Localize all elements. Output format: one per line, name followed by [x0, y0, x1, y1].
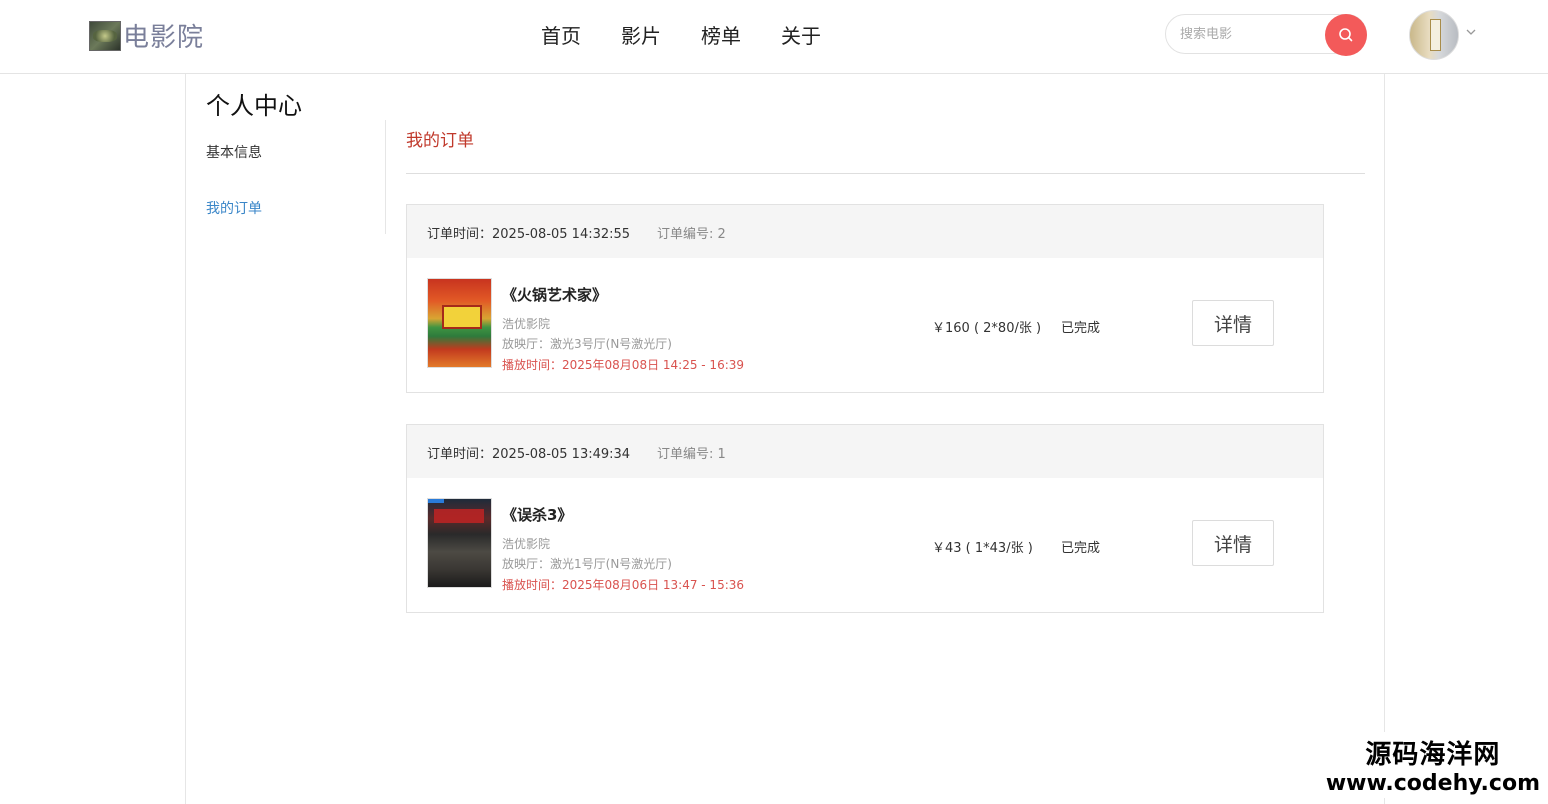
- avatar[interactable]: [1409, 10, 1459, 60]
- order-card: 订单时间：2025-08-05 13:49:34 订单编号: 1 《误杀3》 浩…: [406, 424, 1324, 613]
- watermark: 源码海洋网 www.codehy.com: [1321, 732, 1544, 798]
- movie-name[interactable]: 《误杀3》: [502, 504, 572, 525]
- movie-name[interactable]: 《火锅艺术家》: [502, 284, 607, 305]
- search-button[interactable]: [1325, 14, 1367, 56]
- movie-poster[interactable]: [427, 278, 492, 368]
- nav-rankings[interactable]: 榜单: [701, 20, 741, 49]
- cinema-name: 浩优影院: [502, 537, 551, 551]
- cinema-name: 浩优影院: [502, 317, 551, 331]
- nav-movies[interactable]: 影片: [621, 20, 661, 49]
- main-container: 个人中心 基本信息 我的订单 我的订单 订单时间：2025-08-05 14:3…: [185, 74, 1385, 804]
- hall-info: 放映厅：激光1号厅(N号激光厅): [502, 557, 672, 571]
- order-number: 订单编号: 1: [657, 447, 726, 462]
- sidebar: 基本信息 我的订单: [186, 120, 386, 234]
- search-icon: [1339, 28, 1353, 42]
- logo-image: [89, 20, 121, 51]
- showtime: 播放时间：2025年08月08日 14:25 - 16:39: [502, 358, 745, 372]
- order-body: 《火锅艺术家》 浩优影院 放映厅：激光3号厅(N号激光厅) 播放时间：2025年…: [407, 258, 1323, 392]
- order-card: 订单时间：2025-08-05 14:32:55 订单编号: 2 《火锅艺术家》…: [406, 204, 1324, 393]
- details-button[interactable]: 详情: [1192, 520, 1274, 566]
- order-number: 订单编号: 2: [657, 227, 726, 242]
- nav-home[interactable]: 首页: [541, 20, 581, 49]
- order-status: 已完成: [1061, 541, 1101, 556]
- order-time: 订单时间：2025-08-05 13:49:34: [427, 447, 631, 462]
- order-body: 《误杀3》 浩优影院 放映厅：激光1号厅(N号激光厅) 播放时间：2025年08…: [407, 478, 1323, 612]
- chevron-down-icon[interactable]: [1465, 26, 1477, 38]
- movie-poster[interactable]: [427, 498, 492, 588]
- order-header: 订单时间：2025-08-05 13:49:34 订单编号: 1: [407, 425, 1323, 478]
- logo[interactable]: 电影院: [89, 17, 204, 54]
- top-header: 电影院 首页 影片 榜单 关于: [0, 0, 1548, 74]
- sidebar-item-basic-info[interactable]: 基本信息: [206, 142, 262, 162]
- order-price: ￥160 ( 2*80/张 ): [932, 321, 1042, 336]
- logo-text: 电影院: [123, 23, 205, 53]
- search-input[interactable]: [1180, 24, 1320, 44]
- details-button[interactable]: 详情: [1192, 300, 1274, 346]
- order-status: 已完成: [1061, 321, 1101, 336]
- watermark-url: www.codehy.com: [1325, 771, 1540, 796]
- showtime: 播放时间：2025年08月06日 13:47 - 15:36: [502, 578, 745, 592]
- nav-about[interactable]: 关于: [781, 20, 821, 49]
- search-box: [1165, 14, 1367, 56]
- order-time: 订单时间：2025-08-05 14:32:55: [427, 227, 631, 242]
- hall-info: 放映厅：激光3号厅(N号激光厅): [502, 337, 672, 351]
- order-header: 订单时间：2025-08-05 14:32:55 订单编号: 2: [407, 205, 1323, 258]
- main-nav: 首页 影片 榜单 关于: [541, 20, 861, 49]
- watermark-title: 源码海洋网: [1365, 740, 1501, 770]
- divider: [406, 173, 1365, 174]
- sidebar-item-my-orders[interactable]: 我的订单: [206, 198, 262, 218]
- page-title: 个人中心: [206, 92, 302, 120]
- order-price: ￥43 ( 1*43/张 ): [932, 541, 1033, 556]
- section-title: 我的订单: [406, 131, 474, 151]
